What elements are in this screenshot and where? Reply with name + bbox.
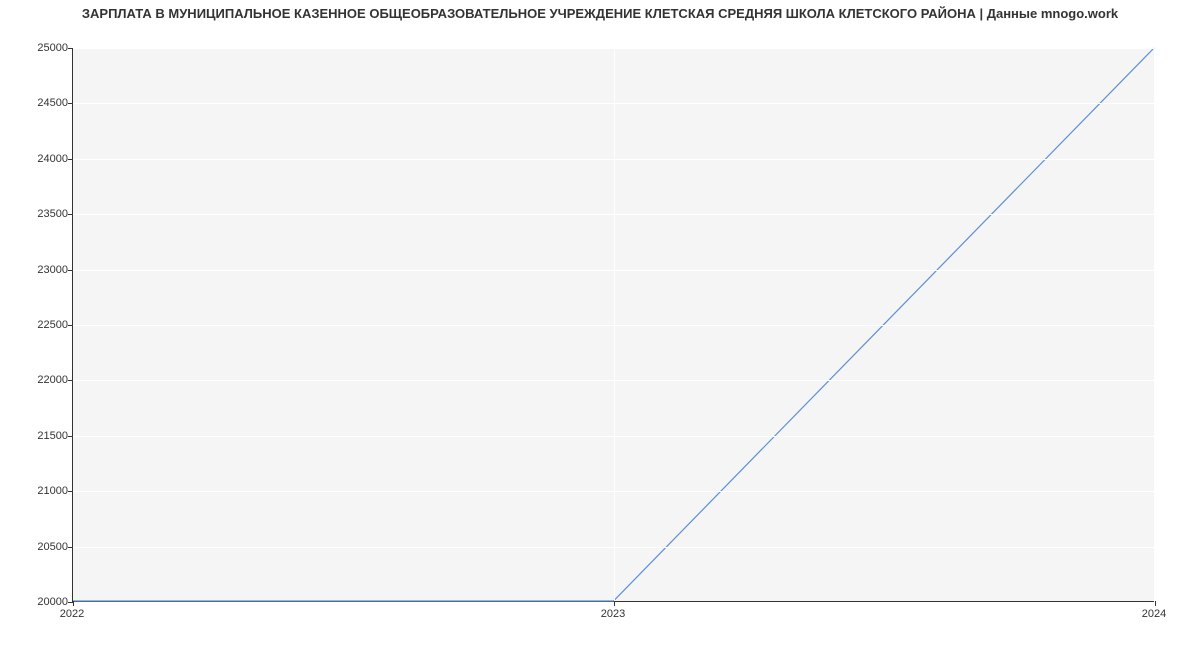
y-tick-mark <box>68 325 73 326</box>
x-tick-mark <box>73 601 74 606</box>
x-tick-mark <box>1155 601 1156 606</box>
y-tick-label: 24500 <box>0 97 68 109</box>
chart-container: ЗАРПЛАТА В МУНИЦИПАЛЬНОЕ КАЗЕННОЕ ОБЩЕОБ… <box>0 0 1200 650</box>
y-tick-mark <box>68 491 73 492</box>
plot-area <box>72 48 1154 602</box>
y-tick-mark <box>68 547 73 548</box>
y-tick-mark <box>68 380 73 381</box>
y-tick-mark <box>68 159 73 160</box>
y-tick-mark <box>68 214 73 215</box>
x-tick-mark <box>614 601 615 606</box>
y-tick-label: 20500 <box>0 541 68 553</box>
y-tick-mark <box>68 103 73 104</box>
y-tick-label: 20000 <box>0 596 68 608</box>
y-tick-label: 22500 <box>0 319 68 331</box>
chart-title: ЗАРПЛАТА В МУНИЦИПАЛЬНОЕ КАЗЕННОЕ ОБЩЕОБ… <box>0 6 1200 21</box>
gridline-x <box>614 48 615 601</box>
y-tick-label: 25000 <box>0 42 68 54</box>
y-tick-label: 23500 <box>0 208 68 220</box>
y-tick-mark <box>68 270 73 271</box>
y-tick-mark <box>68 436 73 437</box>
y-tick-mark <box>68 48 73 49</box>
x-tick-label: 2023 <box>601 608 625 620</box>
y-tick-label: 23000 <box>0 264 68 276</box>
y-tick-label: 22000 <box>0 374 68 386</box>
y-tick-label: 21500 <box>0 430 68 442</box>
x-tick-label: 2022 <box>60 608 84 620</box>
x-tick-label: 2024 <box>1142 608 1166 620</box>
y-tick-label: 21000 <box>0 485 68 497</box>
y-tick-label: 24000 <box>0 153 68 165</box>
